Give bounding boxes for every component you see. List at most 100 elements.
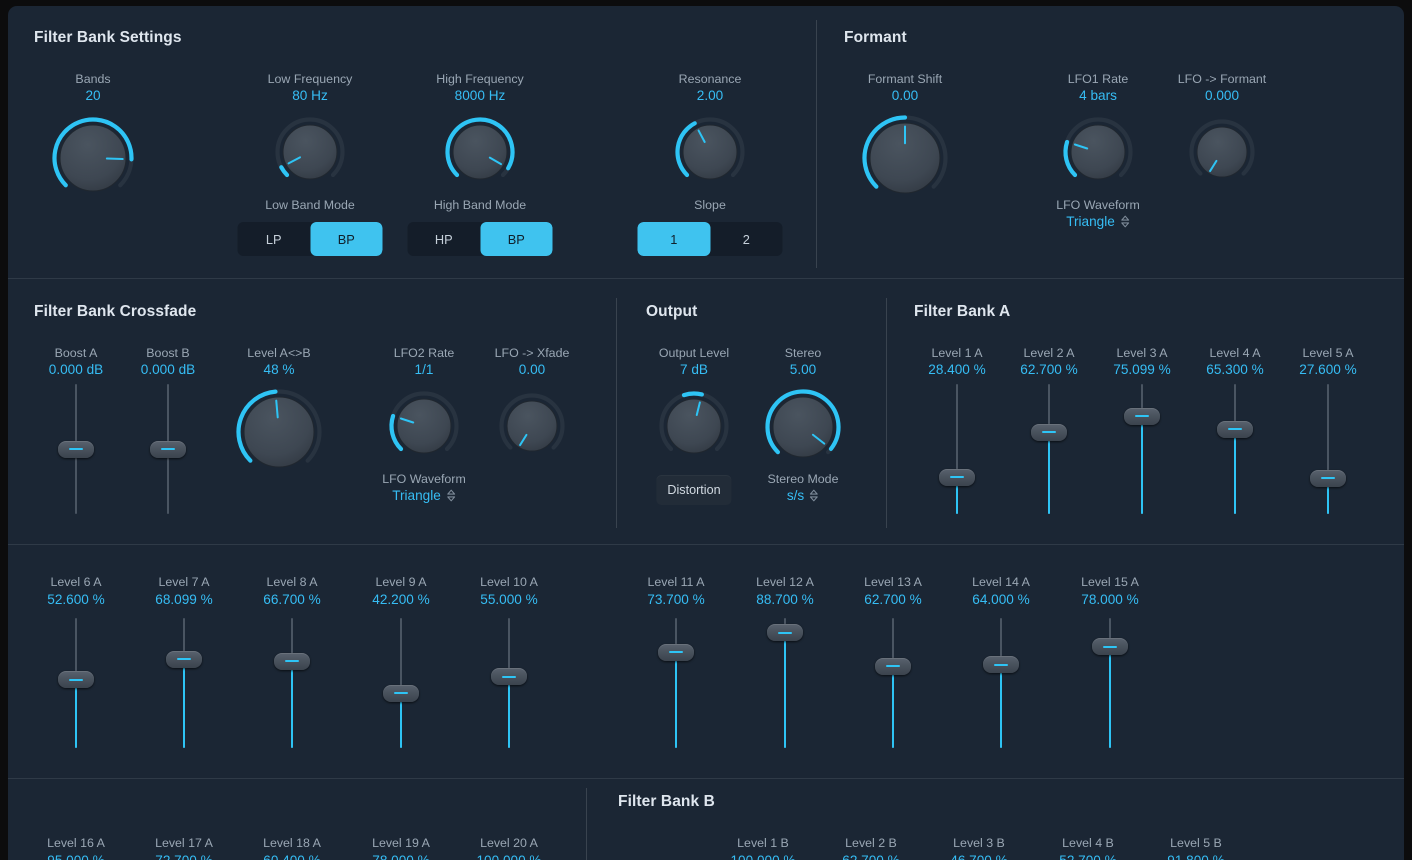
knob-value-level-ab[interactable]: 48 % — [264, 362, 295, 377]
slider-handle[interactable] — [58, 671, 94, 688]
slider-handle[interactable] — [1124, 408, 1160, 425]
toggle-slope[interactable]: 12 — [638, 222, 783, 256]
level-slider-a9-value[interactable]: 42.200 % — [372, 592, 429, 607]
knob-value-lfo-to-formant[interactable]: 0.000 — [1205, 88, 1239, 103]
slider-handle[interactable] — [767, 624, 803, 641]
level-slider-a2[interactable] — [1029, 384, 1069, 514]
knob-value-lfo1-rate[interactable]: 4 bars — [1079, 88, 1117, 103]
level-slider-b4-value[interactable]: 52.700 % — [1059, 853, 1116, 860]
boost-slider-a[interactable] — [56, 384, 96, 514]
slider-handle[interactable] — [1031, 424, 1067, 441]
level-slider-a10[interactable] — [489, 618, 529, 748]
distortion-button[interactable]: Distortion — [656, 475, 731, 505]
knob-lfo2-rate[interactable] — [388, 390, 460, 462]
toggle-option-1[interactable]: 1 — [638, 222, 711, 256]
slider-handle[interactable] — [383, 685, 419, 702]
slider-handle[interactable] — [58, 441, 94, 458]
knob-output-level[interactable] — [658, 390, 730, 462]
level-slider-a11[interactable] — [656, 618, 696, 748]
toggle-high-band-mode[interactable]: HPBP — [408, 222, 553, 256]
level-slider-a3-value[interactable]: 75.099 % — [1113, 362, 1170, 377]
knob-resonance[interactable] — [674, 116, 746, 188]
slider-handle[interactable] — [1217, 421, 1253, 438]
level-slider-a5[interactable] — [1308, 384, 1348, 514]
level-slider-a15[interactable] — [1090, 618, 1130, 748]
slider-handle[interactable] — [274, 653, 310, 670]
slider-handle[interactable] — [875, 658, 911, 675]
level-slider-a2-value[interactable]: 62.700 % — [1020, 362, 1077, 377]
dropdown-crossfade-lfo-waveform[interactable]: Triangle — [392, 488, 456, 503]
knob-value-high-frequency[interactable]: 8000 Hz — [455, 88, 506, 103]
level-slider-a13[interactable] — [873, 618, 913, 748]
level-slider-a6-value[interactable]: 52.600 % — [47, 592, 104, 607]
slider-handle[interactable] — [983, 656, 1019, 673]
slider-handle[interactable] — [1092, 638, 1128, 655]
level-slider-a7[interactable] — [164, 618, 204, 748]
level-slider-a7-value[interactable]: 68.099 % — [155, 592, 212, 607]
slider-fill — [675, 652, 677, 748]
section-title-filter-bank-crossfade: Filter Bank Crossfade — [34, 303, 196, 321]
toggle-option-hp[interactable]: HP — [408, 222, 481, 256]
level-slider-a11-value[interactable]: 73.700 % — [647, 592, 704, 607]
level-slider-a13-value[interactable]: 62.700 % — [864, 592, 921, 607]
toggle-option-lp[interactable]: LP — [238, 222, 311, 256]
level-slider-a4-value[interactable]: 65.300 % — [1206, 362, 1263, 377]
level-slider-b2-value[interactable]: 62.700 % — [842, 853, 899, 860]
level-slider-a4[interactable] — [1215, 384, 1255, 514]
level-slider-a17-value[interactable]: 72.700 % — [155, 853, 212, 860]
knob-value-lfo2-rate[interactable]: 1/1 — [415, 362, 434, 377]
level-slider-b1-value[interactable]: 100.000 % — [730, 853, 795, 860]
toggle-low-band-mode[interactable]: LPBP — [238, 222, 383, 256]
knob-value-lfo-to-xfade[interactable]: 0.00 — [519, 362, 545, 377]
knob-bands[interactable] — [51, 116, 135, 200]
knob-level-ab[interactable] — [235, 388, 323, 476]
slider-handle[interactable] — [658, 644, 694, 661]
level-slider-a8[interactable] — [272, 618, 312, 748]
level-slider-b3-value[interactable]: 46.700 % — [950, 853, 1007, 860]
knob-formant-shift[interactable] — [861, 114, 949, 202]
level-slider-a16-value[interactable]: 95.000 % — [47, 853, 104, 860]
knob-lfo-to-xfade[interactable] — [498, 392, 566, 460]
knob-low-frequency[interactable] — [274, 116, 346, 188]
level-slider-a8-value[interactable]: 66.700 % — [263, 592, 320, 607]
level-slider-a10-value[interactable]: 55.000 % — [480, 592, 537, 607]
level-slider-a12-value[interactable]: 88.700 % — [756, 592, 813, 607]
level-slider-a12[interactable] — [765, 618, 805, 748]
slider-handle[interactable] — [1310, 470, 1346, 487]
level-slider-b5-value[interactable]: 91.800 % — [1167, 853, 1224, 860]
knob-value-formant-shift[interactable]: 0.00 — [892, 88, 918, 103]
dropdown-stereo-mode[interactable]: s/s — [787, 488, 819, 503]
level-slider-a14-value[interactable]: 64.000 % — [972, 592, 1029, 607]
level-slider-a3[interactable] — [1122, 384, 1162, 514]
knob-stereo[interactable] — [764, 388, 842, 466]
slider-handle[interactable] — [491, 668, 527, 685]
knob-lfo1-rate[interactable] — [1062, 116, 1134, 188]
slider-handle[interactable] — [166, 651, 202, 668]
knob-value-low-frequency[interactable]: 80 Hz — [292, 88, 328, 103]
level-slider-a5-value[interactable]: 27.600 % — [1299, 362, 1356, 377]
slider-handle[interactable] — [150, 441, 186, 458]
boost-slider-b-value[interactable]: 0.000 dB — [141, 362, 195, 377]
dropdown-formant-lfo-waveform[interactable]: Triangle — [1066, 214, 1130, 229]
level-slider-a18-value[interactable]: 60.400 % — [263, 853, 320, 860]
level-slider-a15-value[interactable]: 78.000 % — [1081, 592, 1138, 607]
level-slider-a9[interactable] — [381, 618, 421, 748]
knob-value-bands[interactable]: 20 — [85, 88, 100, 103]
boost-slider-a-value[interactable]: 0.000 dB — [49, 362, 103, 377]
knob-lfo-to-formant[interactable] — [1188, 118, 1256, 186]
toggle-option-bp[interactable]: BP — [480, 222, 553, 256]
toggle-option-bp[interactable]: BP — [310, 222, 383, 256]
boost-slider-b[interactable] — [148, 384, 188, 514]
level-slider-a20-value[interactable]: 100.000 % — [476, 853, 541, 860]
knob-value-stereo[interactable]: 5.00 — [790, 362, 816, 377]
toggle-option-2[interactable]: 2 — [710, 222, 783, 256]
slider-handle[interactable] — [939, 469, 975, 486]
level-slider-a19-value[interactable]: 78.000 % — [372, 853, 429, 860]
level-slider-a6[interactable] — [56, 618, 96, 748]
level-slider-a1-value[interactable]: 28.400 % — [928, 362, 985, 377]
knob-value-resonance[interactable]: 2.00 — [697, 88, 723, 103]
knob-value-output-level[interactable]: 7 dB — [680, 362, 708, 377]
level-slider-a14[interactable] — [981, 618, 1021, 748]
knob-high-frequency[interactable] — [444, 116, 516, 188]
level-slider-a1[interactable] — [937, 384, 977, 514]
